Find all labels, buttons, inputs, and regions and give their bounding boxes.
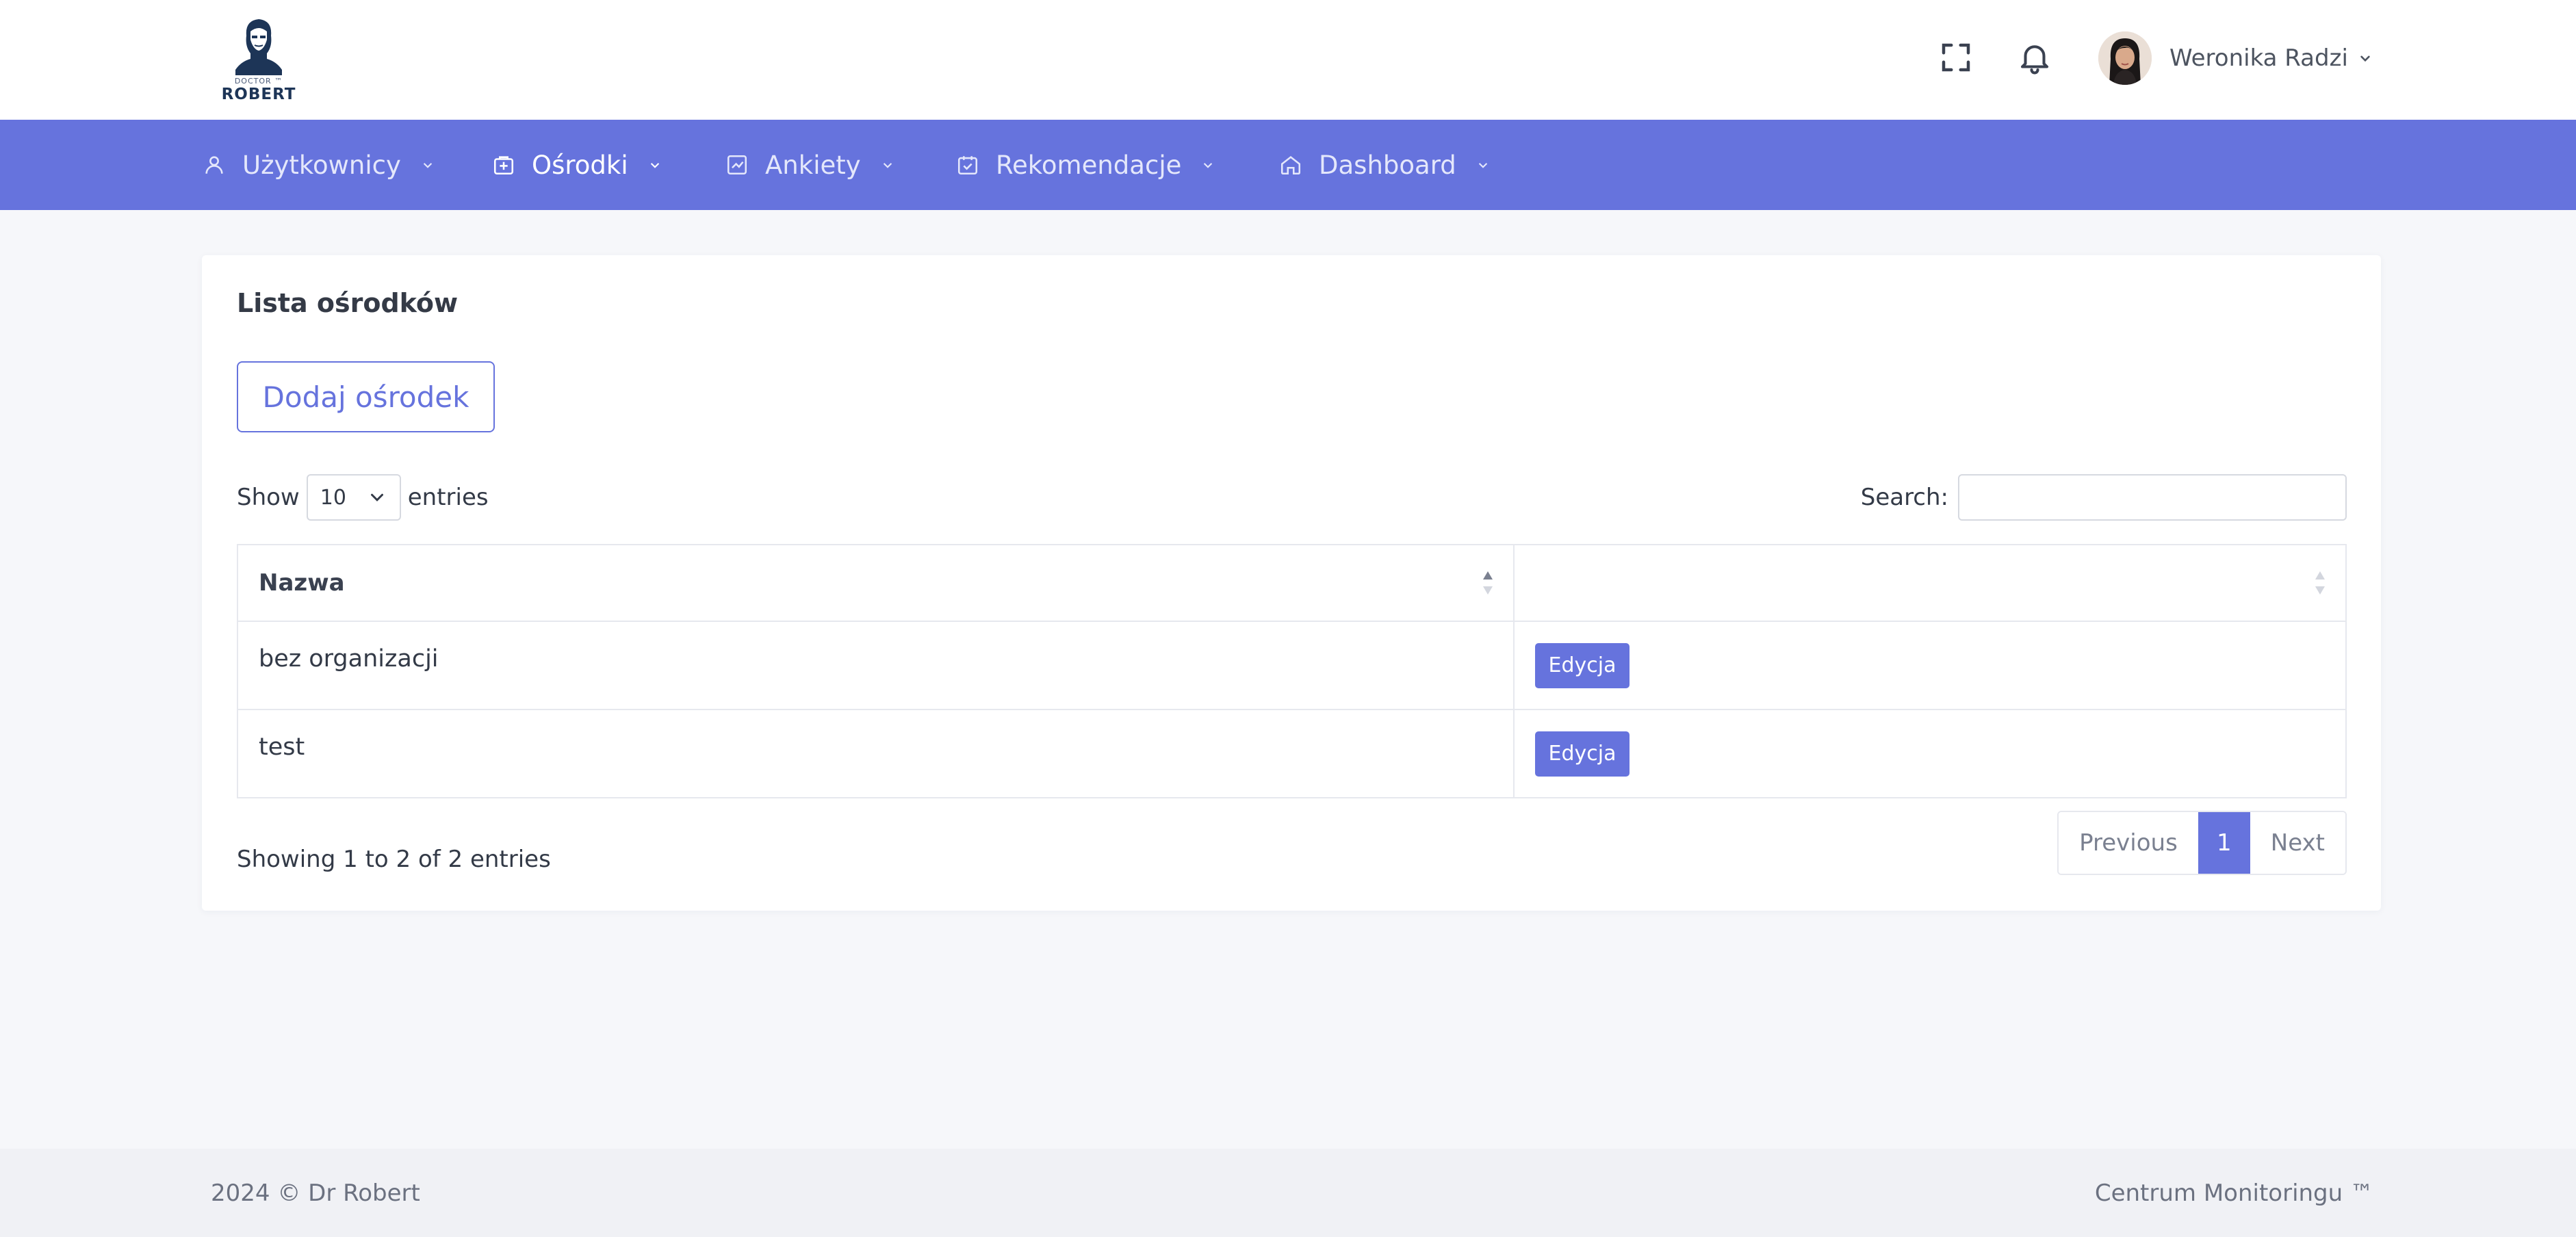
chevron-down-icon [370,493,383,502]
entries-label: entries [407,484,489,511]
fullscreen-button[interactable] [1934,36,1978,79]
next-page-button[interactable]: Next [2250,812,2345,874]
nav-label: Ankiety [765,150,861,180]
nav-label: Rekomendacje [996,150,1182,180]
page-title: Lista ośrodków [237,288,459,318]
centers-table: Nazwa bez organizacji Edycja test Edycja [237,544,2347,798]
chevron-down-icon [1204,163,1213,168]
cell-name: test [238,710,1515,797]
add-center-button[interactable]: Dodaj ośrodek [237,361,495,432]
chevron-down-icon [1478,163,1487,168]
nav-item-ankiety[interactable]: Ankiety [725,120,897,210]
nav-item-dashboard[interactable]: Dashboard [1279,120,1492,210]
notifications-button[interactable] [2013,36,2057,79]
cell-actions: Edycja [1515,622,2345,709]
table-row: bez organizacji Edycja [238,622,2345,710]
user-name: Weronika Radzi [2169,44,2348,72]
nav-label: Użytkownicy [242,150,401,180]
page-length-select[interactable]: 10 [306,474,401,521]
nav-item-osrodki[interactable]: Ośrodki [492,120,664,210]
previous-page-button[interactable]: Previous [2059,812,2198,874]
main-nav: Użytkownicy Ośrodki Ankiety Rekomendacje… [0,120,2576,210]
avatar [2098,31,2152,85]
page-length-control: Show 10 entries [237,474,489,521]
bell-icon [2020,45,2049,75]
table-row: test Edycja [238,710,2345,797]
footer: 2024 © Dr Robert Centrum Monitoringu ™ [0,1149,2576,1237]
table-info: Showing 1 to 2 of 2 entries [237,846,551,873]
centers-card: Lista ośrodków Dodaj ośrodek Show 10 ent… [202,255,2381,911]
table-body: bez organizacji Edycja test Edycja [238,622,2345,797]
chevron-down-icon [423,163,433,168]
building-icon [493,156,514,175]
sort-icon[interactable] [1480,569,1495,597]
search-control: Search: [1861,474,2347,521]
footer-copyright: 2024 © Dr Robert [211,1179,420,1207]
show-label: Show [237,484,300,511]
nav-label: Ośrodki [532,150,628,180]
chevron-down-icon [883,163,892,168]
user-menu[interactable]: Weronika Radzi [2098,31,2374,86]
logo-big-text: ROBERT [221,86,296,103]
home-icon [1280,156,1301,175]
edit-button[interactable]: Edycja [1535,731,1630,777]
nav-label: Dashboard [1319,150,1456,180]
fullscreen-icon [1942,43,1970,72]
chevron-down-icon [650,163,659,168]
column-header-actions[interactable] [1515,545,2345,621]
pagination: Previous 1 Next [2057,811,2347,875]
edit-button[interactable]: Edycja [1535,642,1630,688]
nav-item-uzytkownicy[interactable]: Użytkownicy [203,120,437,210]
avatar-portrait-icon [2098,31,2152,85]
chart-square-icon [727,155,747,175]
table-header-row: Nazwa [238,545,2345,622]
chevron-down-icon [2360,55,2370,62]
cell-actions: Edycja [1515,710,2345,797]
brand-logo[interactable]: DOCTOR ™ ROBERT [218,15,300,109]
search-label: Search: [1860,484,1948,511]
search-input[interactable] [1958,474,2347,521]
column-header-nazwa[interactable]: Nazwa [238,545,1515,621]
user-icon [205,156,223,174]
page-1-button[interactable]: 1 [2198,812,2250,874]
sort-icon[interactable] [2313,569,2328,597]
nav-item-rekomendacje[interactable]: Rekomendacje [956,120,1217,210]
logo-small-text: DOCTOR ™ [234,77,283,86]
cell-name: bez organizacji [238,622,1515,709]
top-header: DOCTOR ™ ROBERT Weronika Radzi [0,0,2576,120]
logo-portrait-icon [235,19,282,75]
page-length-value: 10 [320,485,346,510]
footer-brand: Centrum Monitoringu ™ [2094,1179,2373,1207]
calendar-check-icon [957,156,978,175]
